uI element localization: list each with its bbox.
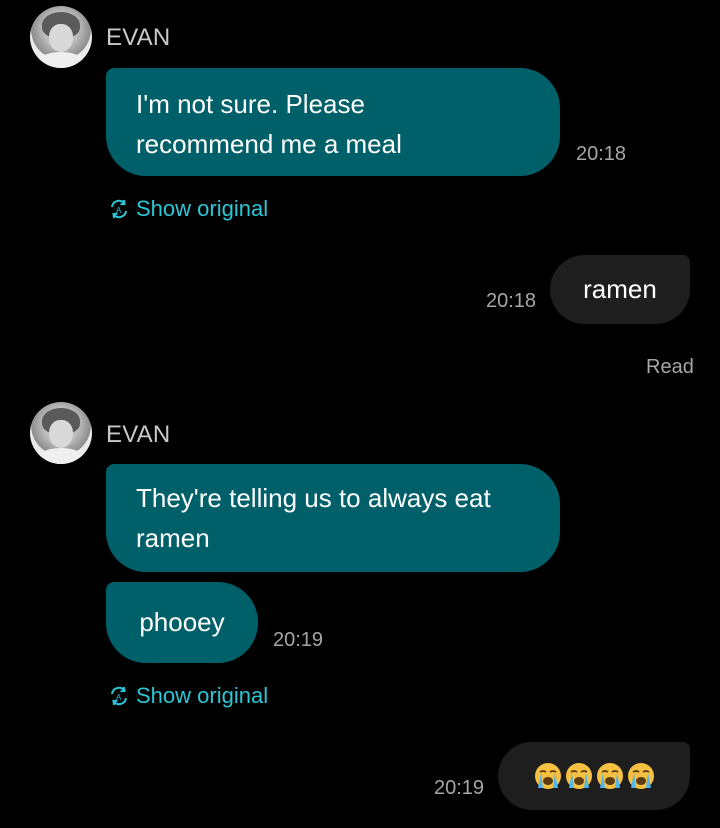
loudly-crying-face-icon [596, 763, 623, 789]
message-timestamp: 20:18 [576, 143, 627, 165]
message-timestamp: 20:19 [434, 777, 485, 799]
emoji-row [533, 761, 656, 791]
avatar-shoulders [36, 52, 86, 68]
show-original-label: Show original [136, 196, 269, 221]
sender-name: EVAN [106, 421, 171, 448]
message-text-line: I'm not sure. Please [136, 89, 365, 119]
message-bubble-incoming[interactable]: phooey [106, 582, 258, 663]
message-timestamp: 20:18 [486, 290, 537, 312]
show-original-link[interactable]: A Show original [108, 196, 268, 222]
show-original-link[interactable]: A Show original [108, 683, 268, 709]
message-bubble-incoming[interactable]: I'm not sure. Please recommend me a meal [106, 68, 560, 176]
message-text: ramen [583, 274, 657, 304]
avatar[interactable] [30, 6, 92, 68]
translate-icon: A [111, 686, 127, 706]
message-bubble-outgoing[interactable] [498, 742, 690, 810]
show-original-label: Show original [136, 683, 269, 708]
loudly-crying-face-icon [627, 763, 654, 789]
avatar-shoulders [36, 448, 86, 464]
sender-name: EVAN [106, 24, 171, 51]
loudly-crying-face-icon [565, 763, 592, 789]
message-text-line: recommend me a meal [136, 129, 402, 159]
avatar-face [49, 24, 73, 52]
avatar-face [49, 420, 73, 448]
message-bubble-incoming[interactable]: They're telling us to always eat ramen [106, 464, 560, 572]
message-text: phooey [139, 606, 225, 637]
message-text-line: They're telling us to always eat [136, 483, 491, 513]
message-bubble-outgoing[interactable]: ramen [550, 255, 690, 324]
avatar[interactable] [30, 402, 92, 464]
svg-text:A: A [116, 693, 122, 702]
message-timestamp: 20:19 [273, 629, 324, 651]
read-receipt: Read [646, 356, 694, 378]
message-text-line: ramen [136, 523, 210, 553]
svg-text:A: A [116, 206, 122, 215]
translate-icon: A [111, 199, 127, 219]
loudly-crying-face-icon [534, 763, 561, 789]
